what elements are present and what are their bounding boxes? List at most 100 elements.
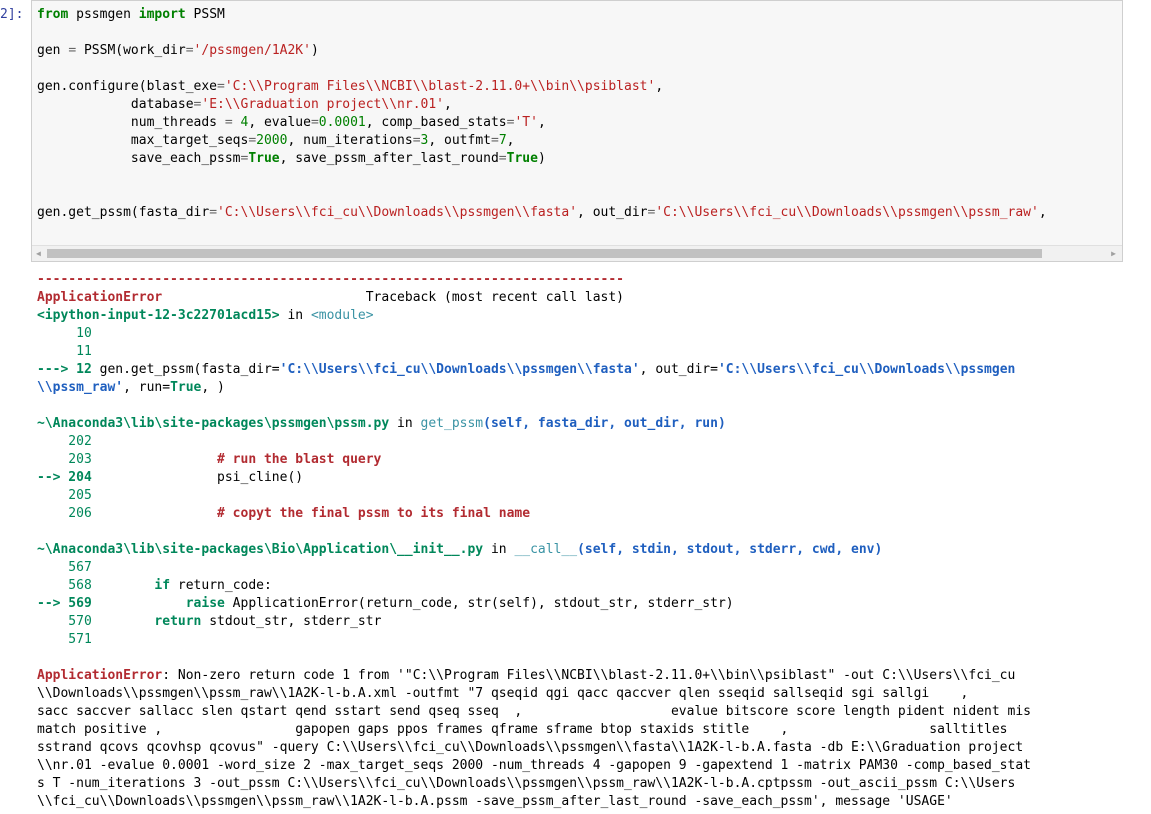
code-token: match positive , gapopen gaps ppos frame… (37, 722, 1008, 737)
code-token: , (537, 115, 546, 130)
code-token: 203 (37, 452, 92, 467)
output-line: match positive , gapopen gaps ppos frame… (37, 721, 1137, 739)
code-token: , outfmt (428, 133, 491, 148)
code-token: gen.configure(blast_exe (37, 79, 218, 94)
code-line: database='E:\\Graduation project\\nr.01'… (37, 96, 1122, 114)
code-token: 567 (37, 560, 92, 575)
code-token: <module> (310, 308, 374, 323)
code-token: 'C:\\Users\\fci_cu\\Downloads\\pssmgen\\… (279, 362, 640, 377)
scrollbar-thumb[interactable] (47, 249, 1042, 258)
code-token: gen (37, 43, 69, 58)
code-token: = (498, 151, 507, 166)
code-token: True (248, 151, 280, 166)
code-token: 0.0001 (318, 115, 366, 130)
output-line: sacc saccver sallacc slen qstart qend ss… (37, 703, 1137, 721)
code-token: if (154, 578, 171, 593)
code-token: '/pssmgen/1A2K' (193, 43, 311, 58)
code-token: \\pssm_raw' (37, 380, 124, 395)
code-token: = (490, 133, 499, 148)
code-token: ApplicationError (37, 668, 163, 683)
output-line: <ipython-input-12-3c22701acd15> in <modu… (37, 307, 1137, 325)
code-token: True (170, 380, 202, 395)
code-token: , (444, 97, 452, 112)
code-token: get_pssm (420, 416, 484, 431)
code-token: , evalue (248, 115, 311, 130)
code-token: \\fci_cu\\Downloads\\pssmgen\\pssm_raw\\… (37, 794, 953, 809)
code-token: num_threads (37, 115, 225, 130)
code-token: 'C:\\Users\\fci_cu\\Downloads\\pssmgen (717, 362, 1016, 377)
output-line: \\Downloads\\pssmgen\\pssm_raw\\1A2K-l-b… (37, 685, 1137, 703)
code-token: = (248, 133, 257, 148)
code-token: <ipython-input-12-3c22701acd15> (37, 308, 280, 323)
code-cell-input[interactable]: from pssmgen import PSSM gen = PSSM(work… (31, 0, 1123, 262)
code-token: , (655, 79, 664, 94)
code-line: gen.configure(blast_exe='C:\\Program Fil… (37, 78, 1122, 96)
code-token: 206 (37, 506, 92, 521)
code-token: , run= (123, 380, 171, 395)
output-line: --> 569 raise ApplicationError(return_co… (37, 595, 1137, 613)
code-line: gen = PSSM(work_dir='/pssmgen/1A2K') (37, 42, 1122, 60)
code-token: ApplicationError (37, 290, 163, 305)
output-line: 203 # run the blast query (37, 451, 1137, 469)
output-line: \\pssm_raw', run=True, ) (37, 379, 1137, 397)
code-token: 'C:\\Users\\fci_cu\\Downloads\\pssmgen\\… (217, 205, 578, 220)
code-editor[interactable]: from pssmgen import PSSM gen = PSSM(work… (37, 6, 1122, 222)
code-token: = (185, 43, 194, 58)
code-token: \\nr.01 -evalue 0.0001 -word_size 2 -max… (37, 758, 1031, 773)
code-token: sacc saccver sallacc slen qstart qend ss… (37, 704, 1031, 719)
code-line: num_threads = 4, evalue=0.0001, comp_bas… (37, 114, 1122, 132)
output-line: 206 # copyt the final pssm to its final … (37, 505, 1137, 523)
output-line: 571 (37, 631, 1137, 649)
code-token: __call__ (514, 542, 578, 557)
code-token: ~\Anaconda3\lib\site-packages\pssmgen\ps… (37, 416, 390, 431)
code-token: stdout_str, stderr_str (201, 614, 382, 629)
code-token: gen.get_pssm(fasta_dir (37, 205, 210, 220)
code-token: 'T' (514, 115, 538, 130)
code-token: # run the blast query (91, 452, 382, 467)
code-token: , save_pssm_after_last_round (279, 151, 499, 166)
scroll-right-icon[interactable]: ▶ (1111, 248, 1116, 259)
code-token: --> 204 (37, 470, 92, 485)
code-line: from pssmgen import PSSM (37, 6, 1122, 24)
code-token: = (310, 115, 319, 130)
code-token: from (37, 7, 69, 22)
code-token: ) (537, 151, 546, 166)
code-token: , out_dir= (639, 362, 718, 377)
output-line: sstrand qcovs qcovhsp qcovus" -query C:\… (37, 739, 1137, 757)
scroll-left-icon[interactable]: ◀ (36, 248, 41, 259)
horizontal-scrollbar[interactable]: ◀ ▶ (32, 245, 1122, 261)
output-line: s T -num_iterations 3 -out_pssm C:\\User… (37, 775, 1137, 793)
code-token: in (483, 542, 515, 557)
code-token: ---> 12 (37, 362, 92, 377)
code-token: \\Downloads\\pssmgen\\pssm_raw\\1A2K-l-b… (37, 686, 969, 701)
code-token: 7 (498, 133, 507, 148)
code-token: , num_iterations (287, 133, 413, 148)
code-token: pssmgen (68, 7, 139, 22)
code-token: , comp_based_stats (365, 115, 507, 130)
code-token: 202 (37, 434, 92, 449)
code-token: 570 (37, 614, 92, 629)
code-token: 2000 (256, 133, 288, 148)
code-token: Traceback (most recent call last) (162, 290, 625, 305)
output-line: 10 (37, 325, 1137, 343)
code-token: gen.get_pssm(fasta_dir= (91, 362, 280, 377)
code-token: in (279, 308, 311, 323)
output-line: 567 (37, 559, 1137, 577)
cell-prompt: 2]: (0, 7, 24, 22)
code-token: , out_dir (577, 205, 648, 220)
code-token: sstrand qcovs qcovhsp qcovus" -query C:\… (37, 740, 1024, 755)
code-token: , (1038, 205, 1047, 220)
code-token: return (154, 614, 202, 629)
code-token: : Non-zero return code 1 from '"C:\\Prog… (162, 668, 1016, 683)
code-token: save_each_pssm (37, 151, 241, 166)
output-line: ApplicationError: Non-zero return code 1… (37, 667, 1137, 685)
code-token: = (224, 115, 233, 130)
code-token: (self, fasta_dir, out_dir, run) (483, 416, 726, 431)
code-token: 571 (37, 632, 92, 647)
code-token: database (37, 97, 194, 112)
